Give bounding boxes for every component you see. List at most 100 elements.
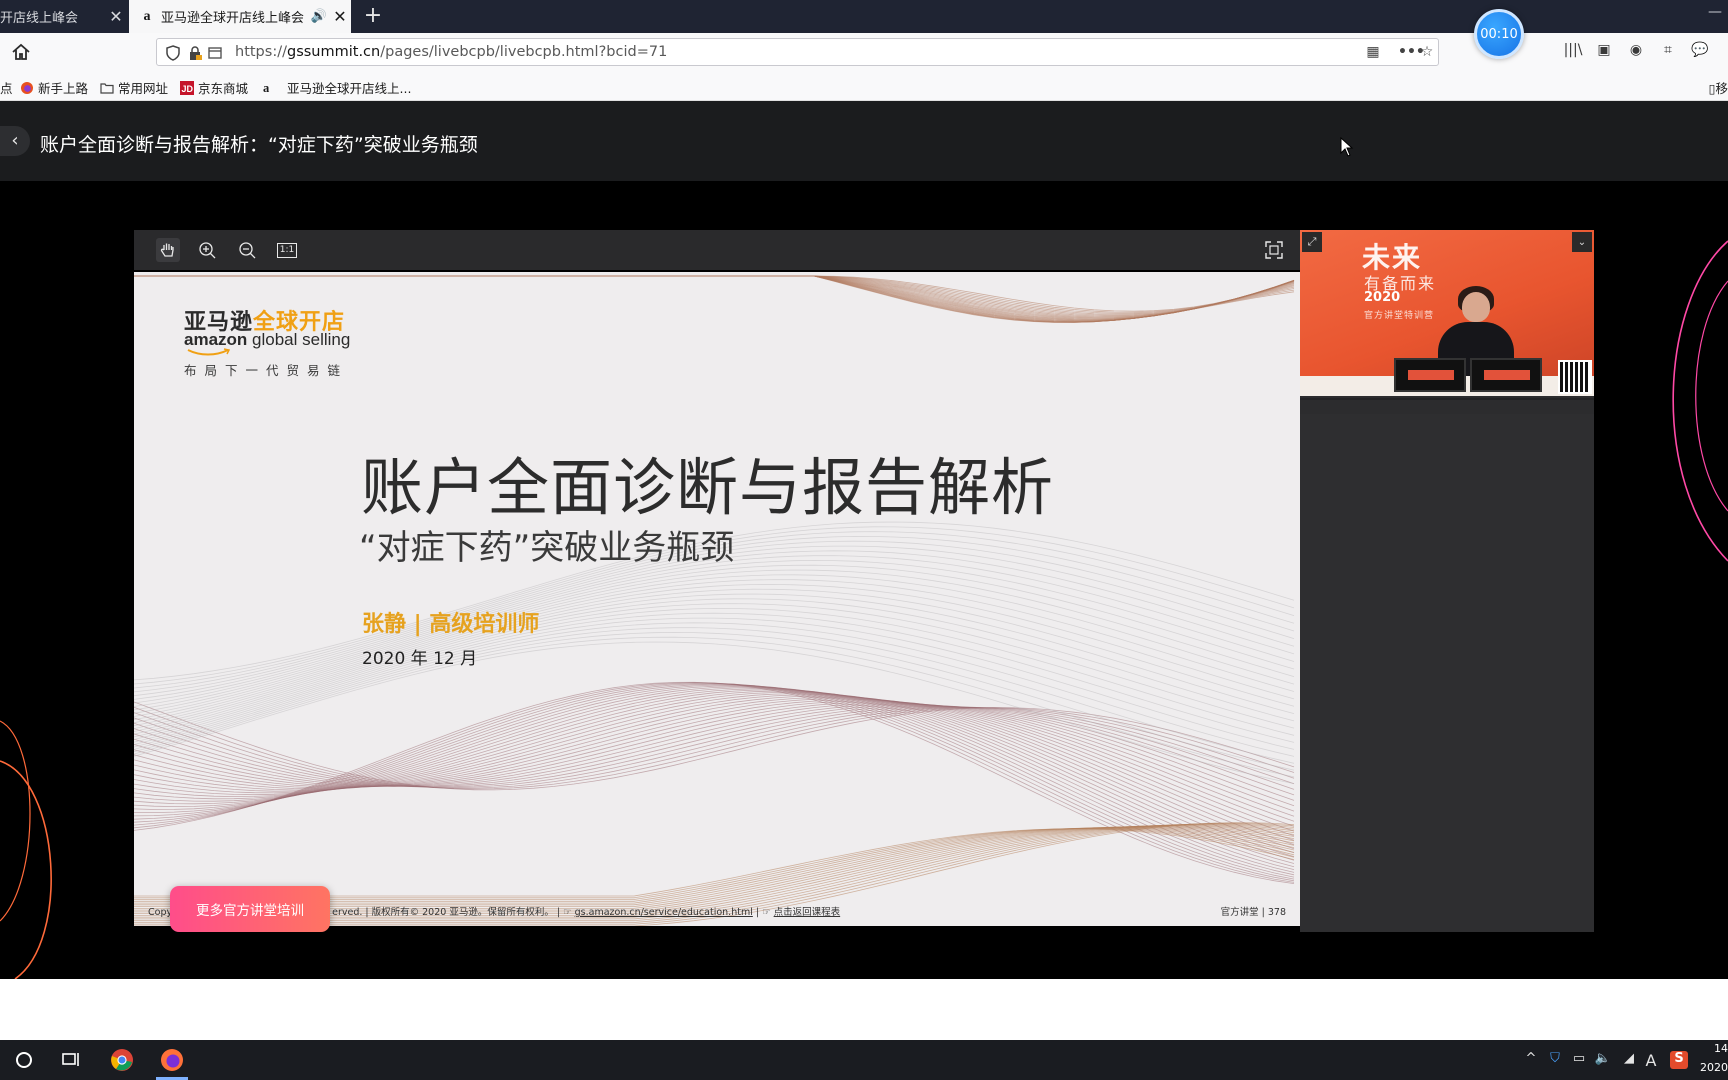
logo-slogan: 布局下一代贸易链	[184, 363, 349, 378]
more-actions-icon[interactable]: •••	[1398, 44, 1425, 62]
speaker-icon[interactable]: 🔊	[311, 9, 327, 24]
footer-copyright: erved. | 版权所有© 2020 亚马逊。保留所有权利。 | ☞	[332, 907, 575, 918]
url-bar[interactable]: https://gssummit.cn/pages/livebcpb/liveb…	[156, 38, 1439, 66]
slide: 亚马逊全球开店 amazon global selling 布局下一代贸易链 账…	[134, 272, 1300, 926]
mobile-bookmarks[interactable]: ▯移	[1709, 78, 1728, 97]
bookmark-label: 点	[0, 81, 13, 96]
bookmarks-bar: 点 新手上路 常用网址 JD 京东商城 a 亚马逊全球开店线上... ▯移	[0, 71, 1728, 101]
url-prefix: https://	[235, 44, 287, 60]
bookmark-item[interactable]: JD 京东商城	[180, 78, 248, 97]
tab-active-title: 亚马逊全球开店线上峰会	[161, 11, 305, 26]
account-icon[interactable]: ◉	[1625, 42, 1647, 62]
laptop-image	[1470, 358, 1542, 392]
tab-inactive-title: 开店线上峰会	[0, 11, 79, 26]
qr-code-icon[interactable]: ▦	[1364, 44, 1382, 62]
tab-close-icon[interactable]: ✕	[105, 7, 127, 26]
bookmark-label: 京东商城	[198, 81, 249, 96]
network-icon[interactable]: ◢	[1620, 1051, 1638, 1069]
url-text[interactable]: https://gssummit.cn/pages/livebcpb/liveb…	[235, 39, 667, 65]
footer-separator: | ☞	[752, 907, 774, 918]
page-header: ‹ 账户全面诊断与报告解析：“对症下药”突破业务瓶颈	[0, 101, 1728, 181]
volume-icon[interactable]: 🔈	[1594, 1051, 1612, 1069]
url-path: /pages/livebcpb/livebcpb.html?bcid=71	[380, 44, 668, 60]
presenter-figure	[1462, 292, 1490, 322]
jd-icon: JD	[180, 80, 194, 95]
fullscreen-icon[interactable]	[1262, 238, 1286, 262]
security-shield-icon[interactable]: ⛉	[1546, 1051, 1564, 1069]
amazon-favicon-icon: a	[143, 8, 151, 24]
slide-title: 账户全面诊断与报告解析	[361, 451, 1055, 524]
tab-strip: 开店线上峰会 ✕ a 亚马逊全球开店线上峰会 🔊 ✕ + —	[0, 0, 1728, 33]
sidebar-icon[interactable]: ▣	[1593, 42, 1615, 62]
svg-text:JD: JD	[182, 84, 194, 94]
tab-active[interactable]: a 亚马逊全球开店线上峰会 🔊 ✕	[129, 0, 351, 33]
firefox-icon[interactable]	[160, 1048, 184, 1072]
actual-size-button[interactable]: 1:1	[275, 238, 299, 262]
chat-icon[interactable]: 💬	[1689, 42, 1711, 62]
side-content-area	[1300, 414, 1594, 932]
lock-icon[interactable]	[187, 45, 203, 61]
chrome-icon[interactable]	[110, 1048, 134, 1072]
library-icon[interactable]: |||\	[1562, 42, 1584, 62]
footer-back-to-schedule-link[interactable]: 点击返回课程表	[774, 907, 841, 918]
bookmark-item[interactable]: a 亚马逊全球开店线上...	[263, 78, 411, 97]
video-caption: 官方讲堂特训营	[1364, 311, 1435, 321]
tab-close-icon[interactable]: ✕	[329, 7, 351, 26]
recording-timer[interactable]: 00:10	[1474, 9, 1524, 59]
slide-page-number: 官方讲堂 | 378	[1220, 907, 1286, 918]
url-host: gssummit.cn	[286, 44, 381, 60]
expand-video-icon[interactable]: ⤢	[1302, 232, 1322, 252]
hand-pan-icon[interactable]	[156, 238, 180, 262]
bookmark-label: 新手上路	[38, 81, 89, 96]
presenter-video[interactable]: 未来 有备而来 2020 官方讲堂特训营 ⤢ ⌄	[1300, 230, 1594, 396]
taskbar: ^ ⛉ ▭ 🔈 ◢ A S 14 2020	[0, 1040, 1728, 1080]
home-icon[interactable]	[10, 41, 32, 63]
clock-date[interactable]: 2020	[1698, 1061, 1728, 1074]
search-circle-icon[interactable]	[12, 1048, 36, 1072]
page-title: 账户全面诊断与报告解析：“对症下药”突破业务瓶颈	[40, 134, 478, 156]
amazon-smile-icon	[187, 348, 231, 356]
bookmark-label: 常用网址	[118, 81, 169, 96]
sogou-ime-icon[interactable]: S	[1670, 1051, 1688, 1069]
actual-size-label: 1:1	[276, 242, 298, 258]
shield-icon[interactable]	[165, 45, 181, 61]
screenshot-crop-icon[interactable]: ⌗	[1657, 42, 1679, 62]
footer-copyright-start: Copy	[148, 907, 173, 918]
laptop-image	[1394, 358, 1466, 392]
back-button[interactable]: ‹	[0, 126, 30, 156]
zoom-in-icon[interactable]	[195, 238, 219, 262]
amazon-global-selling-logo-en: amazon global selling	[184, 330, 350, 350]
logo-en-part-a: amazon	[184, 330, 248, 349]
slide-subtitle: “对症下药”突破业务瓶颈	[359, 528, 735, 568]
more-training-button[interactable]: 更多官方讲堂培训	[170, 886, 330, 932]
bookmark-item[interactable]: 点	[0, 78, 13, 97]
window-minimize-icon[interactable]: —	[1708, 4, 1722, 20]
zoom-out-icon[interactable]	[235, 238, 259, 262]
ime-icon[interactable]: A	[1642, 1051, 1660, 1070]
side-panel: 未来 有备而来 2020 官方讲堂特训营 ⤢ ⌄	[1300, 230, 1594, 932]
clock-time[interactable]: 14	[1710, 1042, 1728, 1055]
task-view-icon[interactable]	[60, 1048, 84, 1072]
qr-code-image	[1558, 360, 1592, 394]
footer-education-link[interactable]: gs.amazon.cn/service/education.html	[575, 907, 753, 918]
side-divider	[1300, 398, 1594, 400]
screen: 开店线上峰会 ✕ a 亚马逊全球开店线上峰会 🔊 ✕ + — 00:10 htt…	[0, 0, 1728, 1080]
mouse-cursor-icon	[1340, 137, 1354, 157]
page-info-icon[interactable]	[207, 45, 223, 61]
mobile-bookmarks-label: 移	[1715, 81, 1728, 96]
logo-en-part-b: global selling	[247, 330, 351, 349]
bookmark-label: 亚马逊全球开店线上...	[287, 81, 412, 96]
video-year: 2020	[1364, 290, 1401, 305]
folder-icon	[100, 82, 114, 94]
bookmark-item[interactable]: 新手上路	[20, 78, 88, 97]
tab-inactive[interactable]: 开店线上峰会 ✕	[0, 0, 127, 33]
battery-icon[interactable]: ▭	[1570, 1051, 1588, 1069]
bookmark-item[interactable]: 常用网址	[100, 78, 168, 97]
collapse-video-icon[interactable]: ⌄	[1572, 232, 1592, 252]
firefox-icon	[21, 81, 33, 94]
tray-overflow-icon[interactable]: ^	[1522, 1051, 1540, 1069]
bookmark-star-icon[interactable]: ☆	[1418, 44, 1436, 62]
nav-bar: https://gssummit.cn/pages/livebcpb/liveb…	[0, 33, 1728, 71]
new-tab-button[interactable]: +	[360, 3, 386, 29]
amazon-icon: a	[263, 80, 270, 95]
